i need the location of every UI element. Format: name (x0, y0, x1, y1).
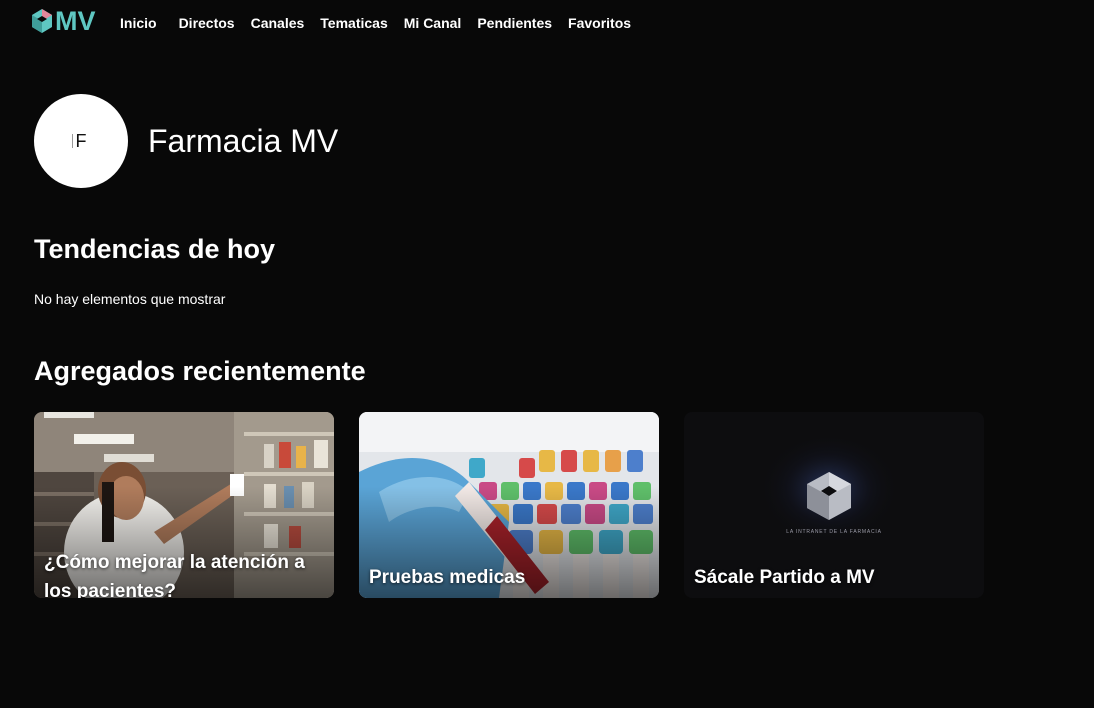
nav-directos[interactable]: Directos (179, 14, 235, 32)
video-card[interactable]: LA INTRANET DE LA FARMACIA Sácale Partid… (684, 412, 984, 598)
trends-empty-message: No hay elementos que mostrar (34, 291, 226, 307)
card-title: Sácale Partido a MV (694, 567, 875, 588)
main-nav: Inicio Directos Canales Tematicas Mi Can… (120, 14, 647, 32)
recent-cards-row: ¿Cómo mejorar la atención a los paciente… (34, 412, 1009, 598)
avatar-initial: F (75, 130, 87, 151)
channel-header: F Farmacia MV (34, 94, 338, 188)
trends-section-title: Tendencias de hoy (34, 234, 276, 264)
card-title: ¿Cómo mejorar la atención a los paciente… (44, 552, 305, 598)
nav-favoritos[interactable]: Favoritos (568, 14, 631, 32)
nav-pendientes[interactable]: Pendientes (477, 14, 552, 32)
nav-mi-canal[interactable]: Mi Canal (404, 14, 462, 32)
top-navigation-bar: MV Inicio Directos Canales Tematicas Mi … (0, 0, 1094, 46)
video-card[interactable]: Pruebas medicas (359, 412, 659, 598)
mv-logo[interactable]: MV (31, 6, 96, 36)
channel-name: Farmacia MV (148, 122, 339, 159)
video-card[interactable]: ¿Cómo mejorar la atención a los paciente… (34, 412, 334, 598)
thumbnail-caption: LA INTRANET DE LA FARMACIA (786, 529, 881, 535)
card-title: Pruebas medicas (369, 567, 526, 588)
nav-inicio[interactable]: Inicio (120, 14, 157, 32)
recent-section-title: Agregados recientemente (34, 356, 366, 386)
nav-canales[interactable]: Canales (251, 14, 305, 32)
logo-text: MV (55, 6, 96, 36)
channel-avatar: F (34, 94, 128, 188)
avatar-caret (72, 134, 73, 148)
mv-logo-icon (32, 9, 52, 33)
nav-tematicas[interactable]: Tematicas (320, 14, 387, 32)
